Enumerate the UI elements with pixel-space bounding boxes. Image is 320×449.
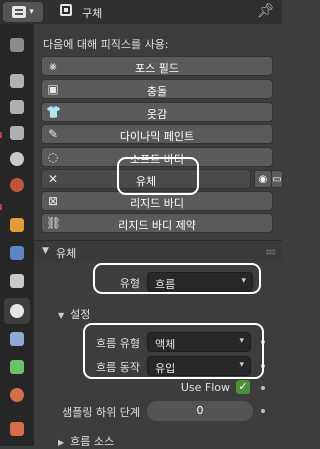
tab-marker <box>0 204 2 210</box>
properties-editor-icon <box>12 6 27 18</box>
flow-settings-highlight <box>83 323 264 379</box>
use-flow-label: Use Flow <box>180 381 230 394</box>
breadcrumb: 구체 <box>82 7 103 20</box>
world-icon <box>10 178 24 192</box>
use-flow-checkbox[interactable]: ✓ <box>236 380 250 394</box>
enable-physics-label: 다음에 대해 피직스를 사용: <box>43 38 169 51</box>
physics-icon <box>10 304 24 318</box>
flow-source-subpanel-header[interactable]: ▶ 흐름 소스 <box>58 433 114 449</box>
tab-output[interactable] <box>4 94 30 120</box>
subframes-label: 샘플링 하위 단계 <box>62 406 140 419</box>
monitor-icon[interactable]: ▭ <box>271 170 283 188</box>
tab-world[interactable] <box>4 172 30 198</box>
tool-icon <box>10 38 24 52</box>
pin-icon[interactable]: 📌︎ <box>257 3 275 19</box>
tab-data[interactable] <box>4 354 30 380</box>
collapse-triangle-icon: ▼ <box>42 246 49 256</box>
editor-type-button[interactable]: ▾ <box>3 2 43 22</box>
keyframe-dot[interactable] <box>261 386 265 390</box>
keyframe-dot[interactable] <box>261 409 265 413</box>
rigid-body-constraint-button[interactable]: ⛓ 리지드 바디 제약 <box>41 213 273 233</box>
type-highlight <box>93 263 261 294</box>
fluid-panel-header[interactable]: ▼ 유체 <box>34 240 282 263</box>
tab-physics[interactable] <box>4 298 30 324</box>
dynamic-paint-button[interactable]: ✎ 다이나믹 페인트 <box>41 124 273 144</box>
constraints-icon <box>10 332 24 346</box>
tab-render[interactable] <box>4 68 30 94</box>
force-field-button[interactable]: ⨳ 포스 필드 <box>41 56 273 76</box>
property-tabs <box>0 24 34 446</box>
tab-marker <box>0 132 2 138</box>
camera-icon[interactable]: ◉ <box>254 170 272 188</box>
texture-icon <box>10 422 24 436</box>
wrench-icon <box>10 246 24 260</box>
tab-texture[interactable] <box>4 416 30 442</box>
tab-particles[interactable] <box>4 268 30 294</box>
tab-object[interactable] <box>4 212 30 238</box>
collapse-triangle-icon: ▼ <box>58 311 65 320</box>
collision-button[interactable]: ▣ 충돌 <box>41 79 273 99</box>
drag-grip-icon[interactable] <box>266 249 276 255</box>
object-icon <box>10 218 24 232</box>
object-icon <box>60 4 72 16</box>
tab-modifiers[interactable] <box>4 240 30 266</box>
tab-material[interactable] <box>4 382 30 408</box>
tab-tool[interactable] <box>4 32 30 58</box>
particles-icon <box>10 274 24 288</box>
tab-view-layer[interactable] <box>4 120 30 146</box>
tab-constraints[interactable] <box>4 326 30 352</box>
tab-scene[interactable] <box>4 146 30 172</box>
properties-header: ▾ 구체 📌︎ <box>0 0 282 24</box>
chevron-down-icon: ▾ <box>29 7 34 17</box>
fluid-button-highlight <box>117 157 199 195</box>
settings-subpanel-header[interactable]: ▼ 설정 <box>58 306 90 322</box>
output-icon <box>10 100 24 114</box>
render-icon <box>10 74 24 88</box>
scene-icon <box>10 152 24 166</box>
mesh-data-icon <box>10 360 24 374</box>
view-layer-icon <box>10 126 24 140</box>
material-icon <box>10 388 24 402</box>
subframes-field[interactable]: 0 <box>147 401 253 421</box>
cloth-button[interactable]: 👕 옷감 <box>41 102 273 122</box>
